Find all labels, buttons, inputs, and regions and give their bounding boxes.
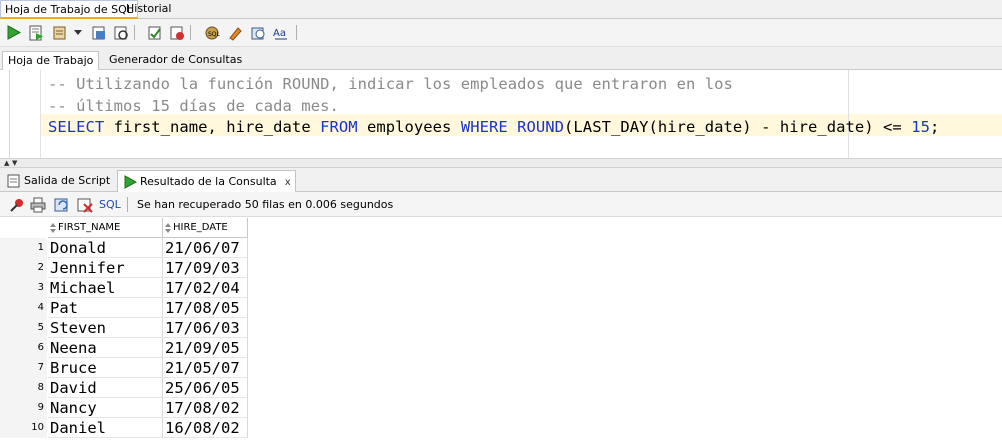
collapse-up-icon[interactable]: ▲ (4, 160, 9, 167)
cell-first-name[interactable]: Michael (48, 278, 163, 298)
tab-label: Hoja de Trabajo (8, 54, 94, 67)
column-header-label: HIRE_DATE (173, 222, 228, 233)
tab-script-output[interactable]: Salida de Scriptx (2, 170, 128, 192)
cell-first-name[interactable]: Neena (48, 338, 163, 358)
worksheet-mode-tabs: Hoja de Trabajo Generador de Consultas (0, 47, 1002, 70)
history-icon[interactable] (249, 24, 266, 41)
cell-first-name[interactable]: Pat (48, 298, 163, 318)
sql-link[interactable]: SQL (99, 198, 121, 211)
svg-text:Aa: Aa (273, 28, 286, 39)
row-number: 2 (0, 258, 47, 278)
row-number: 1 (0, 238, 47, 258)
refresh-icon[interactable] (53, 196, 70, 213)
cell-hire-date[interactable]: 21/09/05 (163, 338, 248, 358)
column-header-label: FIRST_NAME (58, 222, 121, 233)
sql-editor[interactable]: -- Utilizando la función ROUND, indicar … (0, 70, 1002, 158)
cell-first-name[interactable]: Donald (48, 238, 163, 258)
close-icon[interactable]: x (285, 172, 291, 193)
commit-icon[interactable] (146, 24, 163, 41)
script-output-icon (7, 174, 21, 188)
tab-label: Generador de Consultas (109, 53, 243, 66)
sql-text: ; (929, 118, 940, 136)
row-number: 7 (0, 358, 47, 378)
pin-icon[interactable] (8, 196, 25, 213)
cell-hire-date[interactable]: 25/06/05 (163, 378, 248, 398)
cell-hire-date[interactable]: 17/02/04 (163, 278, 248, 298)
row-number: 8 (0, 378, 47, 398)
cell-first-name[interactable]: David (48, 378, 163, 398)
clear-icon[interactable] (226, 24, 243, 41)
tab-query-builder[interactable]: Generador de Consultas (104, 51, 247, 70)
cell-hire-date[interactable]: 17/08/02 (163, 398, 248, 418)
tab-worksheet[interactable]: Hoja de Trabajo (2, 51, 100, 70)
autotrace-icon[interactable] (51, 24, 68, 41)
column-header-first-name[interactable]: FIRST_NAME (48, 218, 163, 238)
tab-label: Hoja de Trabajo de SQL (5, 3, 133, 16)
row-number: 4 (0, 298, 47, 318)
editor-gutter (9, 70, 10, 158)
cell-hire-date[interactable]: 17/09/03 (163, 258, 248, 278)
dropdown-arrow-icon[interactable] (73, 24, 83, 41)
explain-plan-icon[interactable] (90, 24, 107, 41)
format-case-icon[interactable]: Aa (272, 24, 289, 41)
column-header-hire-date[interactable]: HIRE_DATE (163, 218, 248, 238)
collapse-down-icon[interactable]: ▼ (12, 160, 17, 167)
sql-text: first_name, hire_date (104, 118, 321, 136)
status-message: Se han recuperado 50 filas en 0.006 segu… (137, 198, 394, 211)
code-sql-line: SELECT first_name, hire_date FROM employ… (48, 116, 939, 138)
unshared-sql-icon[interactable]: SQL (203, 24, 220, 41)
toolbar-separator (134, 25, 135, 40)
row-number: 6 (0, 338, 47, 358)
cell-first-name[interactable]: Daniel (48, 418, 163, 438)
tab-label: Resultado de la Consulta (140, 175, 277, 188)
sql-text: employees (357, 118, 461, 136)
cell-first-name[interactable]: Bruce (48, 358, 163, 378)
tab-label: Historial (126, 2, 172, 15)
worksheet-tab-bar: Hoja de Trabajo de SQL Historial (0, 0, 1002, 19)
code-comment-line: -- Utilizando la función ROUND, indicar … (48, 75, 733, 93)
toolbar-separator (296, 25, 297, 40)
sql-keyword: FROM (320, 118, 358, 136)
tab-query-result[interactable]: Resultado de la Consulta x (117, 170, 296, 192)
cancel-query-icon[interactable] (76, 196, 93, 213)
sql-tuning-icon[interactable] (112, 24, 129, 41)
tab-history[interactable]: Historial (122, 0, 175, 19)
cell-hire-date[interactable]: 21/05/07 (163, 358, 248, 378)
sort-icon (165, 223, 171, 233)
output-tab-bar: Salida de Scriptx Resultado de la Consul… (0, 168, 1002, 192)
tab-sql-worksheet[interactable]: Hoja de Trabajo de SQL (0, 0, 138, 19)
cell-hire-date[interactable]: 21/06/07 (163, 238, 248, 258)
run-statement-icon[interactable] (5, 24, 22, 41)
editor-right-margin (848, 70, 849, 158)
pane-splitter[interactable]: ▲ ▼ (0, 158, 1002, 168)
sql-keyword: SELECT (48, 118, 105, 136)
cell-hire-date[interactable]: 17/08/05 (163, 298, 248, 318)
cell-first-name[interactable]: Nancy (48, 398, 163, 418)
sort-icon (50, 223, 56, 233)
run-statement-icon (123, 175, 138, 189)
row-number: 3 (0, 278, 47, 298)
run-script-icon[interactable] (27, 24, 44, 41)
tab-label: Salida de Script (24, 174, 111, 187)
sql-keyword: ROUND (517, 118, 565, 136)
cell-first-name[interactable]: Steven (48, 318, 163, 338)
cell-first-name[interactable]: Jennifer (48, 258, 163, 278)
cell-hire-date[interactable]: 16/08/02 (163, 418, 248, 438)
worksheet-toolbar: SQL Aa (0, 19, 1002, 47)
row-number: 5 (0, 318, 47, 338)
print-icon[interactable] (29, 196, 46, 213)
row-number: 9 (0, 398, 47, 418)
sql-number: 15 (911, 118, 930, 136)
code-comment-line: -- últimos 15 días de cada mes. (48, 97, 339, 115)
result-toolbar: SQL Se han recuperado 50 filas en 0.006 … (0, 192, 1002, 217)
row-number: 10 (0, 418, 47, 438)
sql-text: (LAST_DAY(hire_date) - hire_date) <= (564, 118, 912, 136)
cell-hire-date[interactable]: 17/06/03 (163, 318, 248, 338)
toolbar-separator (190, 25, 191, 40)
toolbar-separator (127, 197, 128, 212)
svg-text:SQL: SQL (208, 31, 220, 38)
rollback-icon[interactable] (168, 24, 185, 41)
sql-keyword: WHERE (460, 118, 508, 136)
